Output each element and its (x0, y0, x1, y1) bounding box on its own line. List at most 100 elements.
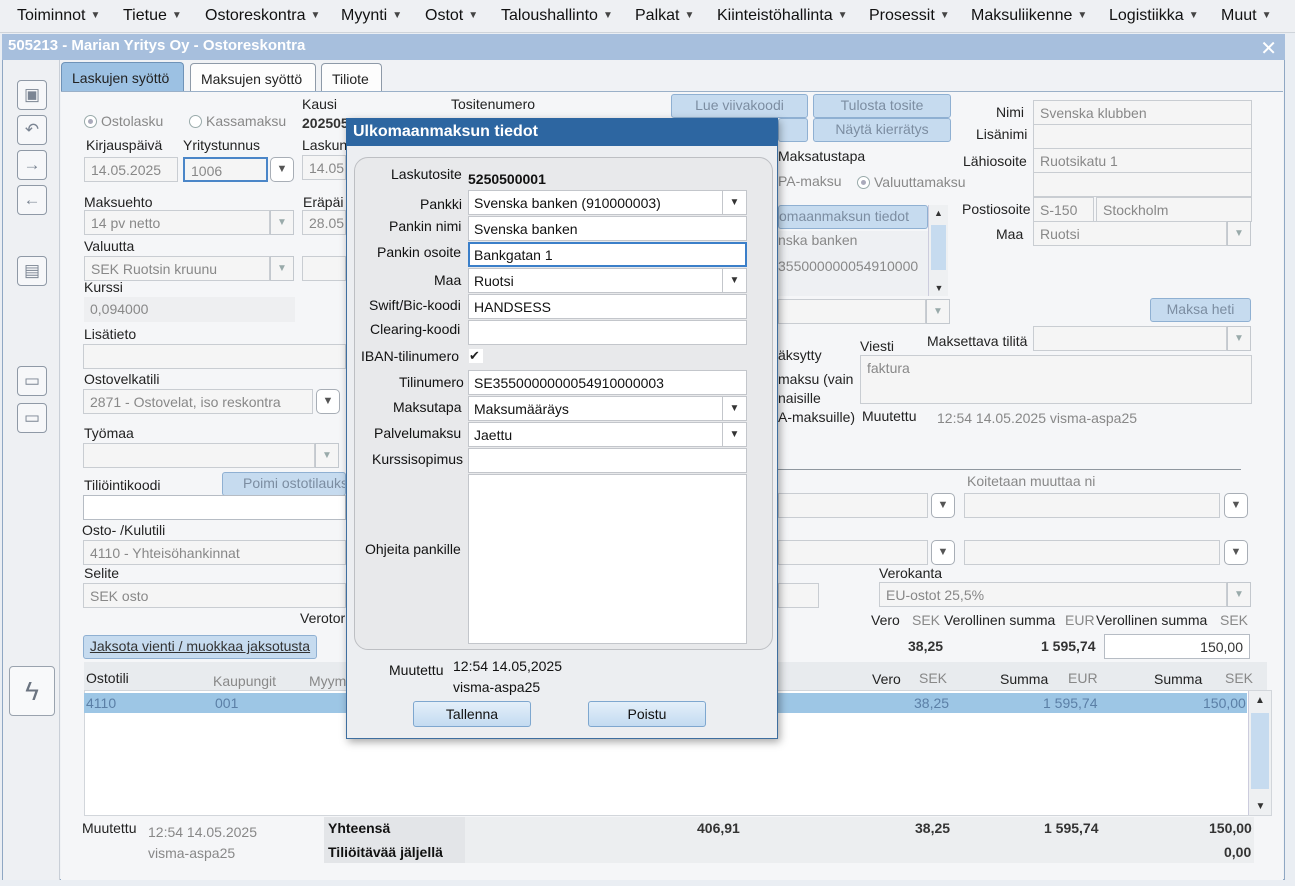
menu-myynti[interactable]: Myynti ▼ (341, 7, 402, 25)
pankin-osoite-input[interactable]: Bankgatan 1 (468, 242, 747, 267)
scroll-up-icon[interactable]: ▲ (1249, 695, 1271, 706)
maksutapa-select[interactable]: Maksumääräys ▼ (468, 396, 747, 421)
menu-maksuliikenne[interactable]: Maksuliikenne ▼ (971, 7, 1087, 25)
scroll-up-icon[interactable]: ▲ (929, 208, 948, 218)
ulkomaanmaksun-tiedot-button[interactable]: omaanmaksun tiedot (778, 205, 928, 229)
pankin-nimi-input[interactable]: Svenska banken (468, 216, 747, 241)
bank-list-item[interactable]: nska banken (778, 232, 857, 248)
folder-icon[interactable]: ▭ (17, 366, 47, 396)
menu-toiminnot[interactable]: Toiminnot ▼ (17, 7, 100, 25)
tyomaa-dropdown-icon[interactable]: ▼ (315, 443, 339, 468)
kurssisopimus-input[interactable] (468, 448, 747, 473)
grid-scrollbar[interactable]: ▲ ▼ (1248, 691, 1271, 815)
lisanimi-field[interactable] (1033, 124, 1252, 149)
maksatustili-dropdown-icon[interactable]: ▼ (926, 299, 950, 324)
lue-viivakoodi-button[interactable]: Lue viivakoodi (671, 94, 808, 118)
maksatustili-field[interactable] (778, 299, 926, 324)
menu-ostoreskontra[interactable]: Ostoreskontra ▼ (205, 7, 320, 25)
chevron-down-icon[interactable]: ▼ (722, 191, 746, 214)
mid-field-1[interactable] (778, 493, 928, 518)
bank-list-scrollbar[interactable]: ▲ ▼ (928, 205, 948, 296)
ostovelkatili-dropdown-icon[interactable]: ▼ (316, 389, 340, 414)
tab-maksujen-syotto[interactable]: Maksujen syöttö (190, 63, 316, 93)
chevron-down-icon[interactable]: ▼ (722, 423, 746, 446)
yritystunnus-field[interactable]: 1006 (183, 157, 268, 182)
mid-field-2[interactable] (778, 540, 928, 565)
hidden-button[interactable] (778, 118, 808, 142)
close-icon[interactable]: ✕ (1260, 36, 1277, 61)
koitetaan-dropdown-icon[interactable]: ▼ (1224, 493, 1248, 518)
bank-list-item[interactable]: 355000000054910000 (778, 258, 928, 274)
ostovelkatili-field[interactable]: 2871 - Ostovelat, iso reskontra (83, 389, 313, 414)
chevron-down-icon[interactable]: ▼ (722, 269, 746, 292)
maksettava-tilita-dropdown-icon[interactable]: ▼ (1227, 326, 1251, 351)
mid-field-3[interactable] (964, 540, 1220, 565)
lahiosoite-field[interactable]: Ruotsikatu 1 (1033, 148, 1252, 173)
maa-select[interactable]: Ruotsi ▼ (468, 268, 747, 293)
maksuehto-dropdown-icon[interactable]: ▼ (270, 210, 294, 235)
postitoimipaikka-field[interactable]: Stockholm (1096, 197, 1252, 222)
postinumero-field[interactable]: S-150 (1033, 197, 1094, 222)
kurssi-field[interactable]: 0,094000 (84, 297, 295, 322)
tiliointikoodi-field[interactable] (83, 495, 346, 520)
koitetaan-field[interactable] (964, 493, 1220, 518)
tulosta-tosite-button[interactable]: Tulosta tosite (813, 94, 951, 118)
clearing-input[interactable] (468, 320, 747, 345)
menu-taloushallinto[interactable]: Taloushallinto ▼ (501, 7, 613, 25)
erapaiva-field[interactable]: 28.05. (302, 210, 346, 235)
poistu-button[interactable]: Poistu (588, 701, 706, 727)
yritystunnus-dropdown-icon[interactable]: ▼ (270, 157, 294, 182)
selite-field[interactable]: SEK osto (83, 583, 346, 608)
valuutta-field[interactable]: SEK Ruotsin kruunu (84, 256, 270, 281)
save-icon[interactable]: ▣ (17, 80, 47, 110)
selite-extra-field[interactable] (778, 583, 819, 608)
mid-field-3-dropdown-icon[interactable]: ▼ (1224, 540, 1248, 565)
new-document-icon[interactable]: ▤ (17, 256, 47, 286)
radio-ostolasku[interactable]: Ostolasku (84, 113, 163, 129)
menu-palkat[interactable]: Palkat ▼ (635, 7, 694, 25)
maa-dropdown-icon[interactable]: ▼ (1227, 221, 1251, 246)
scroll-thumb[interactable] (931, 225, 946, 270)
ohjeita-textarea[interactable] (468, 474, 747, 644)
pankki-select[interactable]: Svenska banken (910000003) ▼ (468, 190, 747, 215)
kirjauspaiva-field[interactable]: 14.05.2025 (84, 157, 178, 182)
tyomaa-field[interactable] (83, 443, 315, 468)
tab-tiliote[interactable]: Tiliote (321, 63, 382, 93)
lightning-icon[interactable]: ϟ (9, 666, 55, 716)
verokanta-dropdown-icon[interactable]: ▼ (1227, 582, 1251, 607)
tilinumero-input[interactable]: SE3550000000054910000003 (468, 370, 747, 395)
valuutta-extra-field[interactable] (302, 256, 346, 281)
tab-laskujen-syotto[interactable]: Laskujen syöttö (61, 62, 184, 92)
swift-input[interactable]: HANDSESS (468, 294, 747, 319)
nimi-field[interactable]: Svenska klubben (1033, 100, 1252, 125)
menu-kiinteistohallinta[interactable]: Kiinteistöhallinta ▼ (717, 7, 848, 25)
verollinen-sek-field[interactable]: 150,00 (1104, 634, 1250, 659)
maksa-heti-button[interactable]: Maksa heti (1150, 298, 1251, 322)
undo-icon[interactable]: ↶ (17, 115, 47, 145)
radio-kassamaksu[interactable]: Kassamaksu (189, 113, 286, 129)
scroll-thumb[interactable] (1251, 713, 1269, 789)
nayta-kierratys-button[interactable]: Näytä kierrätys (813, 118, 951, 142)
maksuehto-field[interactable]: 14 pv netto (84, 210, 270, 235)
scroll-down-icon[interactable]: ▼ (1249, 801, 1272, 812)
menu-tietue[interactable]: Tietue ▼ (123, 7, 182, 25)
mid-field-2-dropdown-icon[interactable]: ▼ (931, 540, 955, 565)
folder-add-icon[interactable]: ▭ (17, 403, 47, 433)
menu-logistiikka[interactable]: Logistiikka ▼ (1109, 7, 1199, 25)
mid-field-1-dropdown-icon[interactable]: ▼ (931, 493, 955, 518)
maa-field[interactable]: Ruotsi (1033, 221, 1227, 246)
poimi-ostotilaus-button[interactable]: Poimi ostotilauks (222, 472, 346, 496)
verokanta-field[interactable]: EU-ostot 25,5% (879, 582, 1227, 607)
previous-icon[interactable]: ← (17, 185, 47, 215)
menu-ostot[interactable]: Ostot ▼ (425, 7, 478, 25)
scroll-down-icon[interactable]: ▼ (929, 283, 949, 293)
menu-muut[interactable]: Muut ▼ (1221, 7, 1271, 25)
laskun-field[interactable]: 14.05. (302, 155, 346, 180)
lisatieto-field[interactable] (83, 344, 346, 369)
viesti-field[interactable]: faktura (860, 355, 1252, 404)
tallenna-button[interactable]: Tallenna (413, 701, 531, 727)
palvelumaksu-select[interactable]: Jaettu ▼ (468, 422, 747, 447)
jaksota-button[interactable]: Jaksota vienti / muokkaa jaksotusta (83, 635, 317, 659)
valuuttamaksu-radio[interactable]: Valuuttamaksu (857, 174, 966, 190)
lahiosoite2-field[interactable] (1033, 172, 1252, 197)
